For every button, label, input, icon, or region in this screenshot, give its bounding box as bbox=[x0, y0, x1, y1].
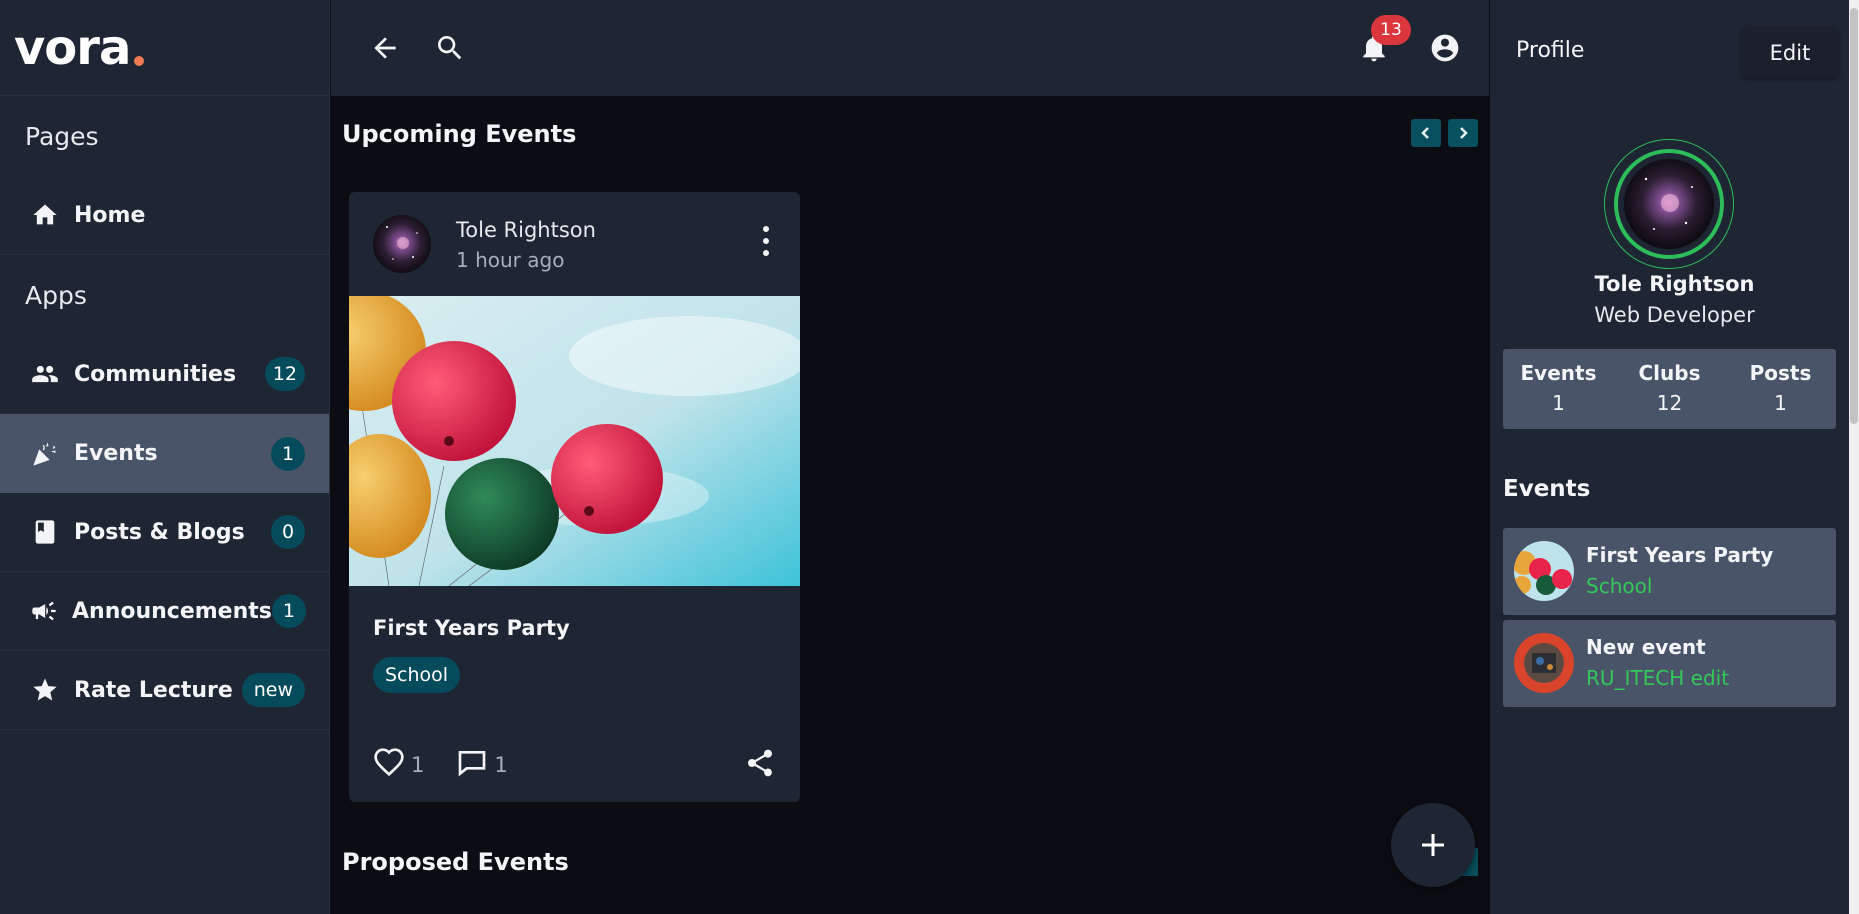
people-icon bbox=[30, 359, 60, 389]
event-name: New event bbox=[1586, 635, 1706, 659]
main-content: Upcoming Events Tole Rightson 1 hour ago bbox=[331, 96, 1489, 914]
profile-panel: Profile Edit Tole Rightson Web Developer… bbox=[1490, 0, 1859, 914]
more-options-icon[interactable] bbox=[760, 226, 772, 256]
plus-icon bbox=[1422, 834, 1444, 856]
event-card-header: Tole Rightson 1 hour ago bbox=[349, 192, 800, 296]
sidebar-item-label: Events bbox=[74, 441, 158, 466]
party-popper-icon bbox=[30, 439, 60, 469]
sidebar-item-announcements[interactable]: Announcements 1 bbox=[0, 572, 329, 651]
pages-section-title: Pages bbox=[25, 121, 99, 151]
scrollbar-thumb[interactable] bbox=[1850, 8, 1858, 424]
event-community: RU_ITECH edit bbox=[1586, 666, 1730, 690]
profile-title: Profile bbox=[1516, 38, 1585, 63]
profile-event-item[interactable]: First Years Party School bbox=[1503, 528, 1836, 615]
logo-dot bbox=[134, 55, 145, 66]
sidebar-item-label: Rate Lecture bbox=[74, 677, 233, 703]
stat-value: 1 bbox=[1774, 391, 1787, 415]
apps-section-title: Apps bbox=[25, 280, 87, 310]
stat-events[interactable]: Events 1 bbox=[1503, 349, 1614, 429]
stat-posts[interactable]: Posts 1 bbox=[1725, 349, 1836, 429]
communities-count-badge: 12 bbox=[264, 357, 305, 391]
author-avatar[interactable] bbox=[373, 215, 431, 273]
event-thumbnail bbox=[1514, 541, 1574, 601]
back-arrow-icon[interactable] bbox=[365, 28, 405, 68]
like-count: 1 bbox=[411, 753, 425, 777]
sidebar-item-label: Communities bbox=[74, 361, 237, 387]
sidebar-item-rate-lecture[interactable]: Rate Lecture new bbox=[0, 651, 329, 730]
share-icon[interactable] bbox=[744, 747, 776, 783]
profile-event-item[interactable]: New event RU_ITECH edit bbox=[1503, 620, 1836, 707]
stat-label: Events bbox=[1520, 361, 1597, 385]
event-name: First Years Party bbox=[1586, 543, 1774, 567]
scrollbar[interactable] bbox=[1849, 0, 1859, 914]
logo-text: vora bbox=[14, 19, 131, 76]
profile-avatar[interactable] bbox=[1624, 159, 1714, 249]
event-thumbnail bbox=[1514, 633, 1574, 693]
event-card[interactable]: Tole Rightson 1 hour ago First Years Par… bbox=[349, 192, 800, 802]
megaphone-icon bbox=[30, 596, 58, 626]
profile-role: Web Developer bbox=[1594, 303, 1755, 327]
card-actions: 1 1 bbox=[373, 747, 540, 783]
profile-header: Profile Edit bbox=[1490, 0, 1859, 96]
announcements-count-badge: 1 bbox=[271, 594, 306, 628]
post-time: 1 hour ago bbox=[456, 248, 565, 272]
new-badge: new bbox=[241, 673, 305, 707]
author-name[interactable]: Tole Rightson bbox=[456, 218, 596, 242]
carousel-prev-button[interactable] bbox=[1411, 119, 1441, 147]
sidebar-item-home[interactable]: Home bbox=[0, 176, 329, 255]
stat-label: Posts bbox=[1749, 361, 1812, 385]
edit-profile-button[interactable]: Edit bbox=[1742, 28, 1838, 78]
add-event-button[interactable] bbox=[1391, 803, 1475, 887]
stat-label: Clubs bbox=[1638, 361, 1701, 385]
search-icon[interactable] bbox=[430, 28, 470, 68]
sidebar-item-label: Posts & Blogs bbox=[74, 519, 245, 545]
top-bar bbox=[331, 0, 1489, 96]
event-tag[interactable]: School bbox=[373, 657, 461, 693]
notification-count-badge: 13 bbox=[1371, 15, 1411, 45]
sidebar-item-posts-blogs[interactable]: Posts & Blogs 0 bbox=[0, 493, 329, 572]
profile-name: Tole Rightson bbox=[1594, 272, 1755, 296]
account-circle-icon[interactable] bbox=[1425, 28, 1465, 68]
profile-stats: Events 1 Clubs 12 Posts 1 bbox=[1503, 349, 1836, 429]
chevron-left-icon bbox=[1421, 127, 1429, 139]
book-icon bbox=[30, 517, 60, 547]
proposed-events-heading: Proposed Events bbox=[342, 848, 569, 876]
home-icon bbox=[30, 200, 60, 230]
carousel-next-button[interactable] bbox=[1448, 119, 1478, 147]
events-count-badge: 1 bbox=[271, 436, 305, 471]
upcoming-events-heading: Upcoming Events bbox=[342, 120, 577, 148]
event-title[interactable]: First Years Party bbox=[373, 616, 570, 640]
logo[interactable]: vora bbox=[0, 0, 329, 96]
comment-count: 1 bbox=[494, 753, 508, 777]
sidebar: vora Pages Home Apps Communities 12 Even… bbox=[0, 0, 330, 914]
stat-value: 1 bbox=[1552, 391, 1565, 415]
star-icon bbox=[30, 675, 60, 705]
sidebar-item-events[interactable]: Events 1 bbox=[0, 414, 329, 493]
sidebar-item-label: Announcements bbox=[72, 598, 272, 624]
posts-count-badge: 0 bbox=[271, 515, 305, 549]
heart-icon[interactable] bbox=[373, 747, 405, 783]
stat-clubs[interactable]: Clubs 12 bbox=[1614, 349, 1725, 429]
event-image[interactable] bbox=[349, 296, 800, 586]
event-community: School bbox=[1586, 574, 1653, 598]
chevron-right-icon bbox=[1460, 127, 1468, 139]
stat-value: 12 bbox=[1656, 391, 1683, 415]
comment-icon[interactable] bbox=[456, 747, 488, 783]
profile-events-heading: Events bbox=[1503, 476, 1591, 502]
sidebar-item-communities[interactable]: Communities 12 bbox=[0, 335, 329, 414]
sidebar-item-label: Home bbox=[74, 202, 146, 228]
